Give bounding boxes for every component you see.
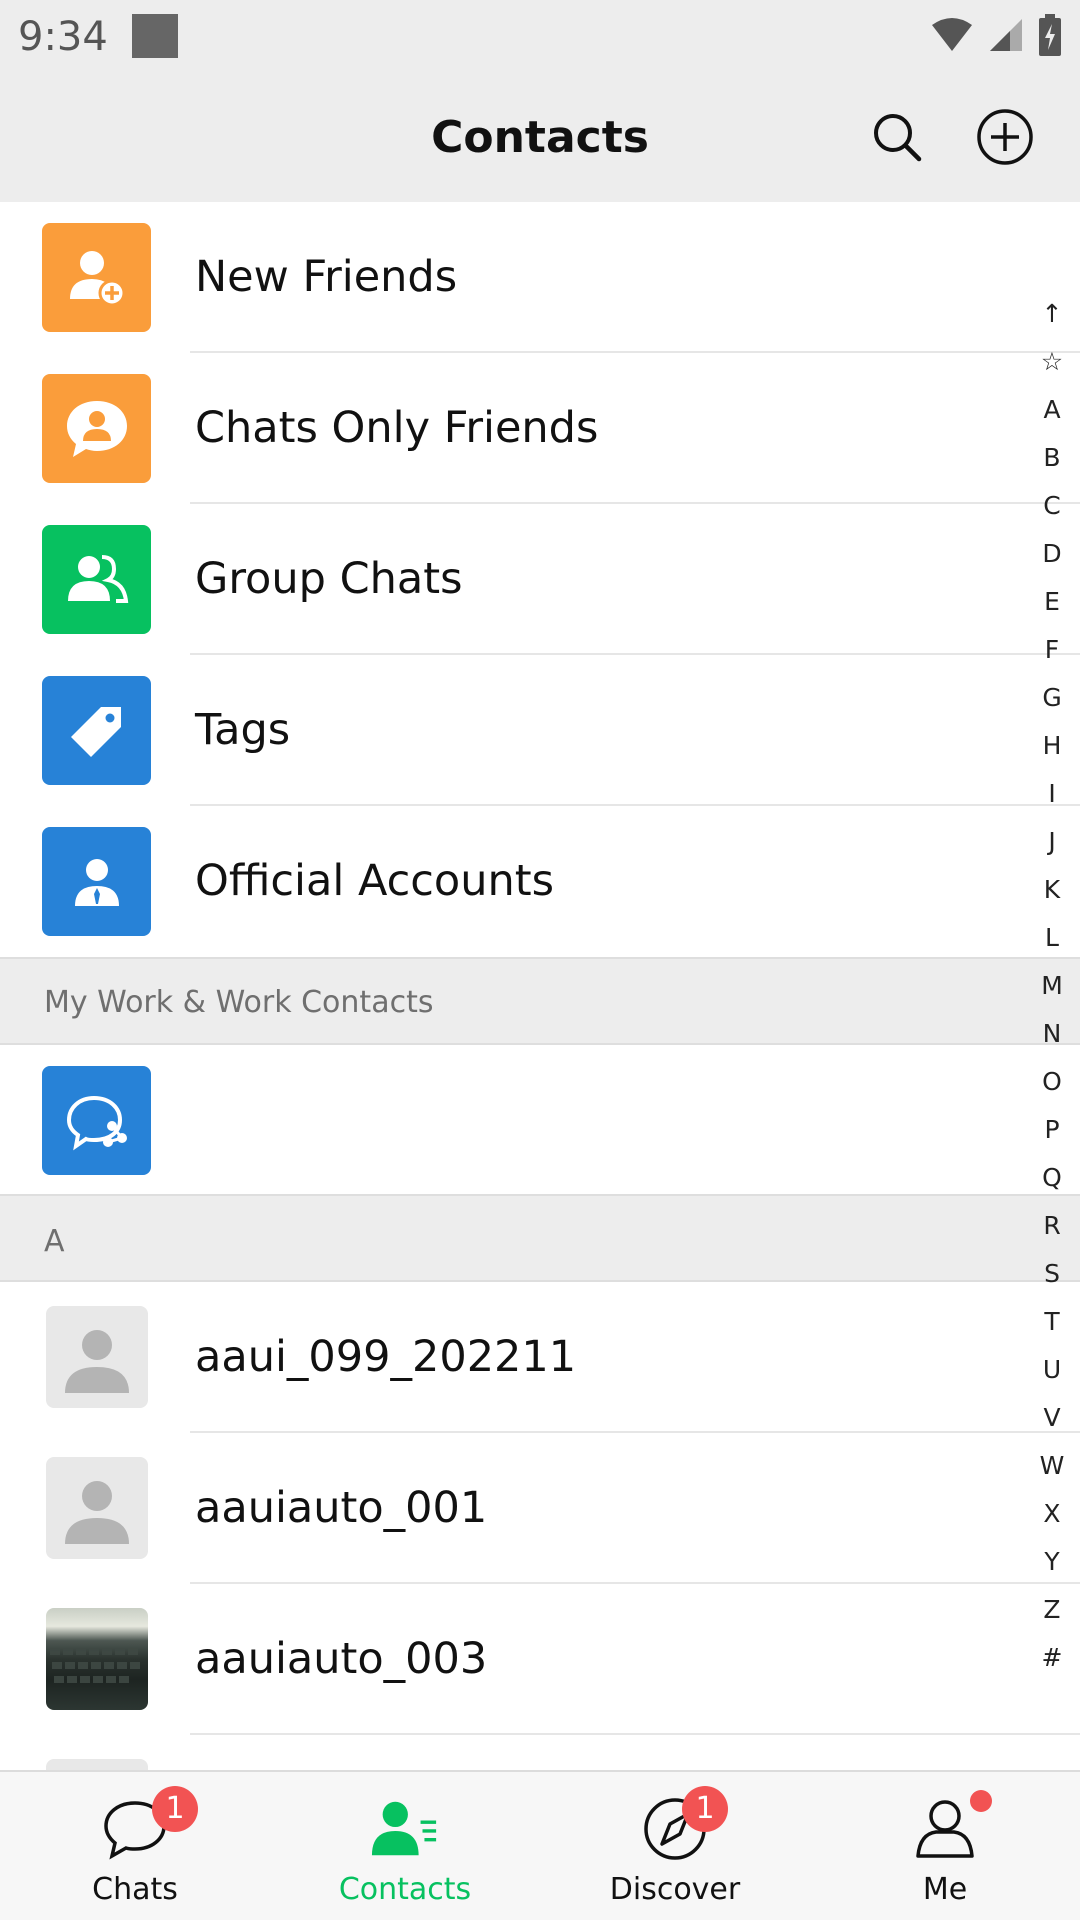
row-tags[interactable]: Tags [0,655,1080,806]
search-icon [871,111,923,168]
row-label: Chats Only Friends [195,403,599,453]
contact-row[interactable] [0,1735,1080,1770]
bottom-tab-bar: 1 Chats Contacts 1 Discover Me [0,1770,1080,1920]
index-letter[interactable]: W [1040,1442,1065,1490]
index-letter[interactable]: Y [1044,1538,1059,1586]
tag-icon [42,676,151,785]
index-letter[interactable]: ☆ [1041,338,1063,386]
row-new-friends[interactable]: New Friends [0,202,1080,353]
tab-chats[interactable]: 1 Chats [0,1772,270,1920]
row-label: Tags [195,705,291,755]
index-letter[interactable]: A [1043,386,1060,434]
index-letter[interactable]: # [1042,1634,1063,1682]
index-letter[interactable]: Z [1043,1586,1060,1634]
index-letter[interactable]: I [1048,770,1055,818]
chat-person-icon [42,374,151,483]
status-bar: 9:34 [0,0,1080,78]
index-letter[interactable]: ↑ [1042,290,1063,338]
contact-name: aauiauto_001 [195,1483,488,1533]
index-letter[interactable]: B [1043,434,1060,482]
header-bar: Contacts [0,78,1080,202]
contact-row[interactable]: aauiauto_003 [0,1584,1080,1735]
tab-label: Me [922,1872,968,1907]
tab-discover[interactable]: 1 Discover [540,1772,810,1920]
cell-signal-icon [988,17,1024,58]
index-letter[interactable]: G [1042,674,1061,722]
index-letter[interactable]: R [1043,1202,1060,1250]
unread-badge: 1 [682,1786,728,1832]
index-letter[interactable]: D [1042,530,1061,578]
tab-label: Discover [609,1872,741,1907]
status-time: 9:34 [18,14,108,60]
index-letter[interactable]: J [1048,818,1055,866]
row-label: Official Accounts [195,856,554,906]
row-official-accounts[interactable]: Official Accounts [0,806,1080,957]
index-letter[interactable]: E [1044,578,1060,626]
row-work-contacts[interactable] [0,1045,1080,1196]
contact-row[interactable]: aaui_099_202211 [0,1282,1080,1433]
contact-name: aauiauto_003 [195,1634,488,1684]
section-header-work: My Work & Work Contacts [0,957,1080,1045]
person-icon [910,1794,980,1864]
add-circle-icon [976,108,1034,171]
battery-charging-icon [1038,13,1062,61]
contact-name: aaui_099_202211 [195,1332,577,1382]
notification-icon [132,14,178,58]
alphabet-index[interactable]: ↑ ☆ A B C D E F G H I J K L M N O P Q R S T U V W X Y Z # [1024,290,1080,1682]
tab-label: Contacts [338,1872,472,1907]
index-letter[interactable]: U [1043,1346,1061,1394]
index-letter[interactable]: T [1044,1298,1059,1346]
notification-dot [970,1790,992,1812]
index-letter[interactable]: C [1043,482,1060,530]
index-letter[interactable]: O [1042,1058,1062,1106]
index-letter[interactable]: L [1045,914,1059,962]
row-group-chats[interactable]: Group Chats [0,504,1080,655]
index-letter[interactable]: X [1043,1490,1060,1538]
photo-avatar [46,1608,148,1710]
default-avatar-icon [46,1306,148,1408]
index-letter[interactable]: H [1043,722,1062,770]
default-avatar-icon [46,1457,148,1559]
index-letter[interactable]: Q [1042,1154,1062,1202]
search-button[interactable] [862,104,932,174]
index-letter[interactable]: F [1045,626,1059,674]
status-icons [930,13,1062,61]
row-chats-only-friends[interactable]: Chats Only Friends [0,353,1080,504]
default-avatar-icon [46,1759,148,1770]
tab-me[interactable]: Me [810,1772,1080,1920]
contacts-icon [370,1794,440,1864]
row-label: New Friends [195,252,458,302]
work-chat-icon [42,1066,151,1175]
section-letter: A [44,1224,65,1259]
row-label: Group Chats [195,554,463,604]
contacts-list[interactable]: New Friends Chats Only Friends Group Cha… [0,202,1080,1770]
index-letter[interactable]: N [1043,1010,1062,1058]
wifi-icon [930,17,974,58]
index-letter[interactable]: K [1044,866,1060,914]
unread-badge: 1 [152,1786,198,1832]
contact-row[interactable]: aauiauto_001 [0,1433,1080,1584]
tab-label: Chats [92,1872,178,1907]
index-letter[interactable]: P [1044,1106,1059,1154]
group-icon [42,525,151,634]
add-button[interactable] [970,104,1040,174]
index-letter[interactable]: V [1043,1394,1060,1442]
section-header-a: A [0,1194,1080,1282]
add-friend-icon [42,223,151,332]
official-account-icon [42,827,151,936]
index-letter[interactable]: S [1044,1250,1060,1298]
section-title: My Work & Work Contacts [44,985,434,1020]
tab-contacts[interactable]: Contacts [270,1772,540,1920]
index-letter[interactable]: M [1041,962,1063,1010]
